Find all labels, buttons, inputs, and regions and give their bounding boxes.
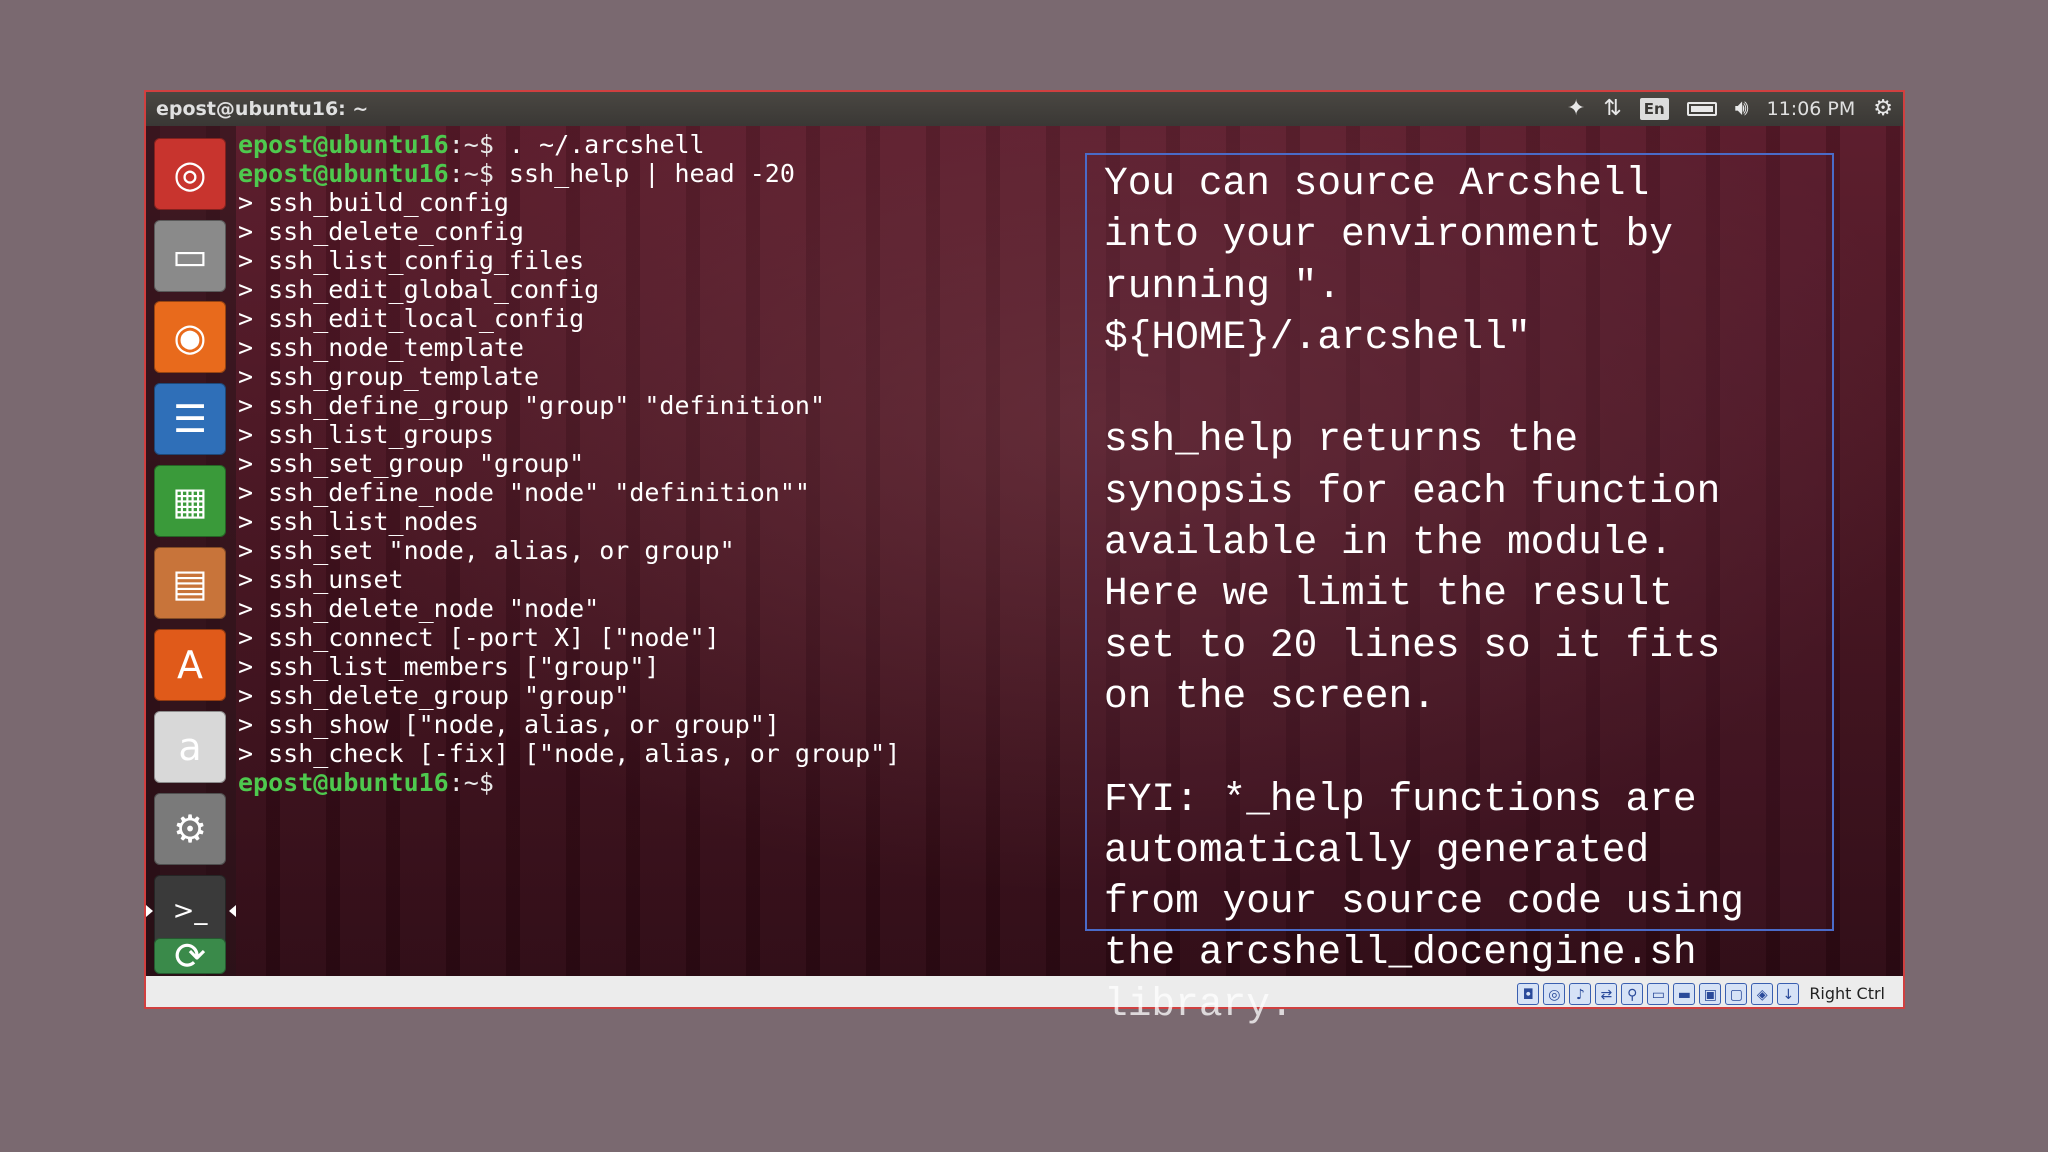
software-updater-icon[interactable]: ⟳ [154, 934, 226, 978]
files-icon[interactable]: ▭ [154, 220, 226, 292]
network-icon[interactable]: ⇅ [1603, 92, 1621, 126]
system-tray: ✦ ⇅ En 🔊︎ 11:06 PM ⚙ [1567, 92, 1893, 126]
launcher-glyph: ◉ [173, 315, 207, 359]
annotation-line [1104, 722, 1864, 773]
launcher: ◎ ▭ ◉ ☰ ▦ ▤ Aa ⚙ >_ ⟳ [146, 126, 236, 978]
annotation-line [1104, 363, 1864, 414]
launcher-glyph: ◎ [173, 152, 207, 196]
annotation-line: from your source code using [1104, 879, 1745, 925]
annotation-line: into your environment by [1104, 212, 1673, 258]
launcher-glyph: ⚙ [172, 807, 208, 851]
volume-icon[interactable]: 🔊︎ [1735, 92, 1749, 126]
annotation-line: synopsis for each function [1104, 468, 1721, 514]
command-text: . ~/.arcshell [493, 130, 705, 159]
amazon-icon[interactable]: a [154, 711, 226, 783]
writer-icon[interactable]: ☰ [154, 383, 226, 455]
system-settings-icon[interactable]: ⚙ [154, 793, 226, 865]
dropbox-icon[interactable]: ✦ [1567, 92, 1585, 126]
annotation-line: on the screen. [1104, 673, 1436, 719]
prompt-path: :~$ [448, 768, 494, 797]
calc-icon[interactable]: ▦ [154, 465, 226, 537]
prompt-user: epost@ubuntu16 [238, 159, 449, 188]
keyboard-layout-indicator[interactable]: En [1639, 98, 1669, 120]
ubuntu-dash-icon[interactable]: ◎ [154, 138, 226, 210]
software-center-icon[interactable]: A [154, 629, 226, 701]
annotation-line: ${HOME}/.arcshell" [1104, 314, 1531, 360]
launcher-glyph: A [177, 643, 203, 687]
launcher-glyph: ▭ [172, 234, 208, 278]
prompt-path: :~$ [448, 130, 494, 159]
impress-icon[interactable]: ▤ [154, 547, 226, 619]
annotation-line: library. [1104, 981, 1294, 1027]
annotation-line: running ". [1104, 263, 1342, 309]
launcher-glyph: ▤ [172, 561, 208, 605]
launcher-glyph: >_ [172, 896, 208, 926]
launcher-glyph: ⟳ [174, 934, 206, 978]
annotation-line: FYI: *_help functions are [1104, 776, 1697, 822]
annotation-line: Here we limit the result [1104, 571, 1673, 617]
annotation-line: automatically generated [1104, 827, 1650, 873]
prompt-user: epost@ubuntu16 [238, 130, 449, 159]
prompt-path: :~$ [448, 159, 494, 188]
window-title: epost@ubuntu16: ~ [156, 98, 369, 120]
battery-icon[interactable] [1686, 102, 1717, 116]
launcher-glyph: ☰ [172, 397, 208, 441]
active-indicator-left [146, 905, 153, 917]
launcher-glyph: ▦ [172, 479, 208, 523]
clock[interactable]: 11:06 PM [1767, 98, 1856, 120]
prompt-user: epost@ubuntu16 [238, 768, 449, 797]
annotation-line: ssh_help returns the [1104, 417, 1579, 463]
launcher-glyph: a [178, 725, 202, 769]
command-text: ssh_help | head -20 [493, 159, 795, 188]
active-indicator-right [229, 905, 236, 917]
gear-icon[interactable]: ⚙ [1873, 92, 1893, 126]
annotation-line: available in the module. [1104, 520, 1673, 566]
top-panel: epost@ubuntu16: ~ ✦ ⇅ En 🔊︎ 11:06 PM ⚙ [146, 92, 1903, 126]
firefox-icon[interactable]: ◉ [154, 301, 226, 373]
annotation-line: You can source Arcshell [1104, 161, 1650, 206]
annotation-text: You can source Arcshell into your environ… [1104, 158, 1864, 1030]
annotation-line: set to 20 lines so it fits [1104, 622, 1721, 668]
annotation-line: the arcshell_docengine.sh [1104, 930, 1697, 976]
